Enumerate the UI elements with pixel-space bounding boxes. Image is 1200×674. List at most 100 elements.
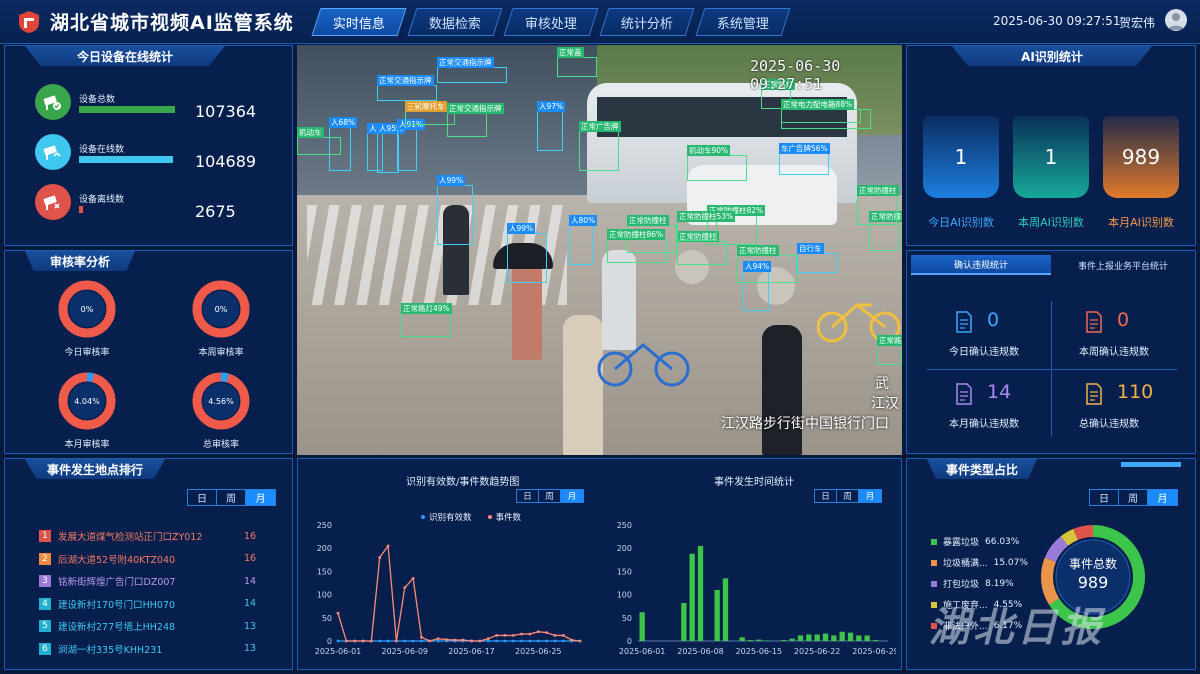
user-avatar-icon	[1168, 13, 1184, 30]
live-video-feed[interactable]: 人99%人97%人95%人91%人68%人80%人99%人94%人97%正常交通…	[297, 45, 902, 455]
series-point	[511, 634, 515, 637]
pie-period-toggle: 日 周 月	[1089, 489, 1178, 506]
time-period-toggle: 日 周 月	[814, 489, 882, 503]
tab-confirmed-violations[interactable]: 确认违规统计	[911, 255, 1051, 275]
toggle-month[interactable]: 月	[859, 490, 881, 502]
toggle-day[interactable]: 日	[517, 490, 539, 502]
detection-box: 正常交通指示牌	[377, 75, 437, 101]
detection-box: 正常防撞柱	[869, 211, 902, 251]
detection-label: 人80%	[569, 215, 598, 226]
ranking-row[interactable]: 2 后湖大道52号附40KTZ040 16	[39, 552, 259, 566]
series-point	[495, 639, 498, 643]
ranking-row[interactable]: 6 涧湖一村335号KHH231 13	[39, 642, 259, 656]
audit-today-label: 今日审核率	[64, 348, 110, 358]
ranking-row[interactable]: 4 建设新村170号门口HH070 14	[39, 597, 259, 611]
y-tick-label: 50	[622, 614, 632, 623]
detection-overlay: 人99%人97%人95%人91%人68%人80%人99%人94%人97%正常交通…	[297, 45, 902, 455]
toggle-week[interactable]: 周	[837, 490, 859, 502]
toggle-week[interactable]: 周	[539, 490, 561, 502]
bar	[722, 578, 729, 641]
rank-badge: 6	[39, 642, 51, 655]
violation-label: 本月确认违规数	[949, 419, 1019, 430]
detection-label: 正常电力配电箱88%	[781, 99, 855, 110]
bar	[739, 637, 745, 641]
current-datetime: 2025-06-30 09:27:51	[993, 14, 1121, 28]
series-point	[520, 639, 523, 643]
camera-online-icon	[35, 134, 71, 170]
tab-statistics[interactable]: 统计分析	[599, 8, 695, 36]
bar	[872, 640, 879, 641]
tab-search[interactable]: 数据检索	[407, 8, 503, 36]
series-point	[470, 639, 473, 643]
detection-label: 自行车	[797, 243, 824, 254]
series-point	[378, 556, 382, 559]
panel-title: AI识别统计	[952, 46, 1152, 66]
detection-label: 正常防撞柱53%	[677, 211, 736, 222]
audit-month-label: 本月审核率	[64, 440, 110, 450]
device-total-value: 107364	[195, 102, 257, 121]
legend-swatch	[931, 559, 937, 566]
detection-label: 机动车	[297, 127, 324, 138]
legend-pct: 66.03%	[985, 536, 1020, 547]
tab-realtime[interactable]: 实时信息	[311, 8, 407, 36]
trend-line-chart: 0 50 100 150 200 250 2025-06-01 2025-06-09 2025-…	[315, 521, 582, 656]
event-location-ranking-panel: 事件发生地点排行 日 周 月 1 发展大道煤气检测站正门口ZY012 16 2 后湖大道…	[4, 458, 293, 670]
trend-period-toggle: 日 周 月	[516, 489, 584, 503]
toggle-week[interactable]: 周	[217, 490, 246, 505]
toggle-day[interactable]: 日	[1090, 490, 1119, 505]
series-point	[420, 639, 423, 643]
x-tick-label: 2025-06-25	[515, 647, 562, 656]
detection-label: 正常盖	[557, 47, 584, 58]
audit-donut-month: 4.04%	[58, 372, 116, 430]
ai-count-box: 989	[1103, 116, 1179, 198]
y-tick-label: 200	[317, 544, 332, 553]
detection-label: 正常防撞柱	[737, 245, 779, 256]
series-point	[428, 639, 432, 643]
bar	[639, 612, 645, 641]
detection-box: 正常广告牌	[579, 121, 621, 171]
detection-box: 人95%	[377, 123, 406, 173]
trend-chart-title: 识别有效数/事件数趋势图	[406, 477, 520, 488]
series-point	[503, 639, 507, 643]
video-timestamp: 2025-06-30 09:27:51	[750, 57, 841, 93]
rank-count: 13	[244, 620, 257, 632]
donut-value: 4.04%	[74, 397, 100, 406]
detection-label: 机动车90%	[687, 145, 731, 156]
x-tick-label: 2025-06-29	[852, 647, 896, 656]
toggle-month[interactable]: 月	[246, 490, 275, 505]
toggle-week[interactable]: 周	[1119, 490, 1148, 505]
event-time-bar-chart: 0 50 100 150 200 250 2025-06-01 2025-06-08 2025-…	[617, 521, 896, 656]
ranking-row[interactable]: 1 发展大道煤气检测站正门口ZY012 16	[39, 529, 259, 543]
ranking-row[interactable]: 5 建设新村277号墙上HH248 13	[39, 619, 259, 633]
toggle-day[interactable]: 日	[815, 490, 837, 502]
ai-recognition-panel: AI识别统计 1 今日AI识别数 1 本周AI识别数 989 本月AI识别数	[906, 45, 1196, 246]
legend-name: 暴露垃圾	[943, 538, 980, 548]
device-online-bar	[79, 156, 173, 163]
bar	[839, 631, 845, 641]
avatar[interactable]	[1165, 9, 1187, 31]
panel-title: 今日设备在线统计	[25, 46, 225, 66]
detection-box: 自行车	[797, 243, 837, 273]
detection-box: 人99%	[437, 175, 473, 245]
audit-donut-week: 0%	[192, 280, 250, 338]
series-point	[378, 639, 382, 643]
ai-count-label: 今日AI识别数	[928, 216, 994, 229]
detection-label: 车广告牌56%	[779, 143, 830, 154]
tab-system[interactable]: 系统管理	[695, 8, 791, 36]
tab-review[interactable]: 审核处理	[503, 8, 599, 36]
legend-pct: 15.07%	[993, 557, 1028, 568]
y-tick-label: 150	[317, 567, 332, 576]
toggle-month[interactable]: 月	[561, 490, 583, 502]
ranking-row[interactable]: 3 铭新街辉煌广告门口DZ007 14	[39, 574, 259, 588]
user-name[interactable]: 贺宏伟	[1119, 14, 1155, 31]
ai-count-label: 本周AI识别数	[1018, 216, 1084, 229]
donut-value: 0%	[81, 305, 94, 314]
series-point	[536, 639, 540, 643]
series-point	[353, 639, 357, 643]
toggle-month[interactable]: 月	[1148, 490, 1177, 505]
y-tick-label: 0	[627, 637, 632, 646]
tab-platform-reports[interactable]: 事件上报业务平台统计	[1053, 255, 1193, 275]
header-bar: 湖北省城市视频AI监管系统 实时信息 数据检索 审核处理 统计分析 系统管理 2…	[0, 0, 1200, 44]
document-icon	[1085, 311, 1103, 337]
toggle-day[interactable]: 日	[188, 490, 217, 505]
